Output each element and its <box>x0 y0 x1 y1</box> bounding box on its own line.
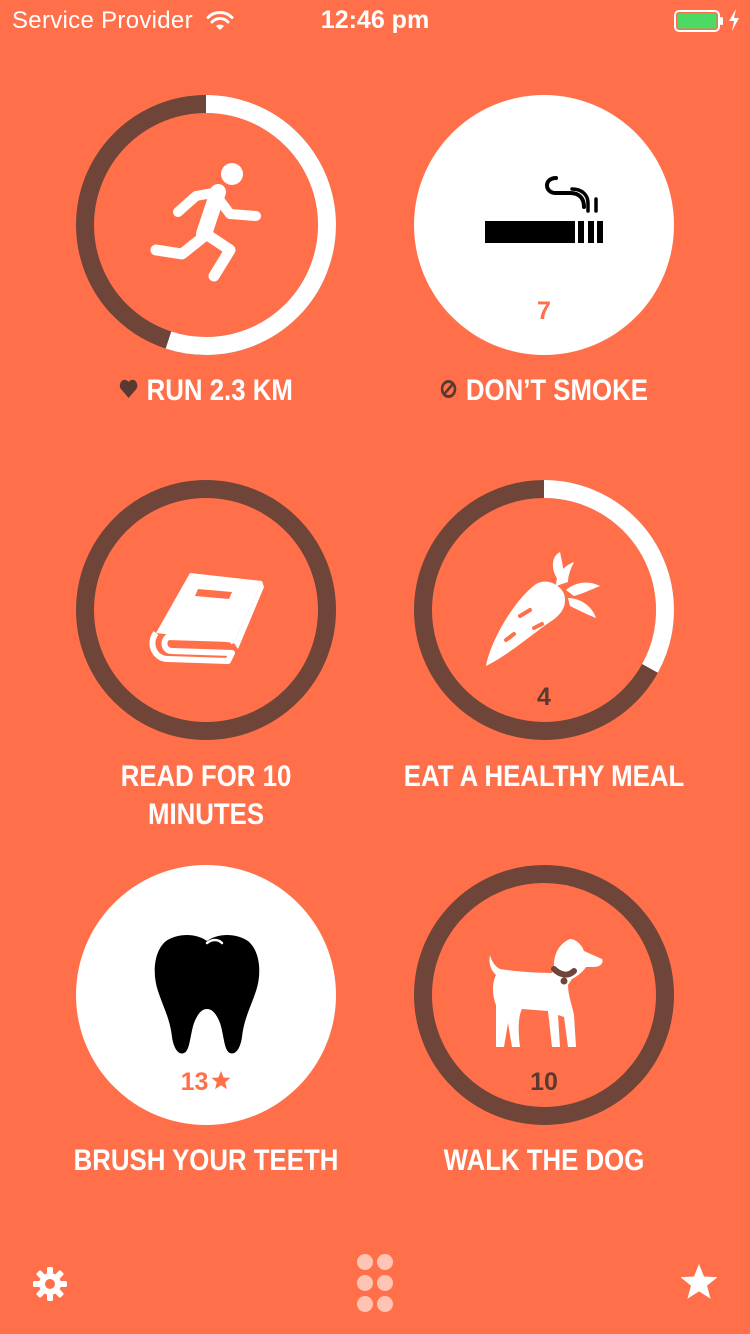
status-time: 12:46 pm <box>320 6 430 34</box>
habit-count: 10 <box>530 1068 558 1096</box>
habit-ring[interactable]: 10 <box>414 865 674 1125</box>
tab-bar <box>0 1250 750 1334</box>
habit-brush-teeth[interactable]: 13 BRUSH YOUR TEETH <box>37 865 375 1195</box>
habit-label: READ FOR 10 MINUTES <box>120 760 292 831</box>
habit-label: EAT A HEALTHY MEAL <box>403 760 685 793</box>
heart-icon <box>119 379 138 399</box>
habit-walk-dog[interactable]: 10 WALK THE DOG <box>375 865 713 1195</box>
habit-ring[interactable]: 4 <box>414 480 674 740</box>
habit-ring[interactable] <box>76 95 336 355</box>
book-icon <box>149 573 264 664</box>
no-sign-icon <box>440 380 457 399</box>
habit-count: 4 <box>537 683 551 711</box>
habit-count: 7 <box>537 297 551 325</box>
star-icon[interactable] <box>680 1264 718 1300</box>
dog-icon <box>489 939 603 1047</box>
habit-label: DON’T SMOKE <box>399 372 690 410</box>
habit-ring[interactable]: 13 <box>76 865 336 1125</box>
charging-bolt-icon <box>729 9 739 31</box>
tooth-icon <box>154 935 260 1054</box>
habit-label: WALK THE DOG <box>443 1144 645 1177</box>
habit-ring[interactable] <box>76 480 336 740</box>
habit-count: 13 <box>76 1068 336 1097</box>
habit-read[interactable]: READ FOR 10 MINUTES <box>37 480 375 840</box>
habit-eat-healthy-meal[interactable]: 4 EAT A HEALTHY MEAL <box>375 480 713 840</box>
star-icon <box>211 1071 231 1090</box>
carrot-icon <box>486 552 600 666</box>
habit-run[interactable]: RUN 2.3 KM <box>37 95 375 415</box>
habit-ring[interactable]: 7 <box>414 95 674 355</box>
grid-dots-icon[interactable] <box>355 1252 395 1314</box>
habit-dont-smoke[interactable]: 7 DON’T SMOKE <box>375 95 713 415</box>
habit-label: BRUSH YOUR TEETH <box>73 1144 339 1177</box>
battery-icon <box>674 10 723 32</box>
cigarette-icon <box>485 176 603 243</box>
gear-icon[interactable] <box>32 1266 68 1302</box>
runner-icon <box>150 163 261 282</box>
status-bar: Service Provider 12:46 pm <box>0 0 750 40</box>
habit-label: RUN 2.3 KM <box>61 372 352 410</box>
